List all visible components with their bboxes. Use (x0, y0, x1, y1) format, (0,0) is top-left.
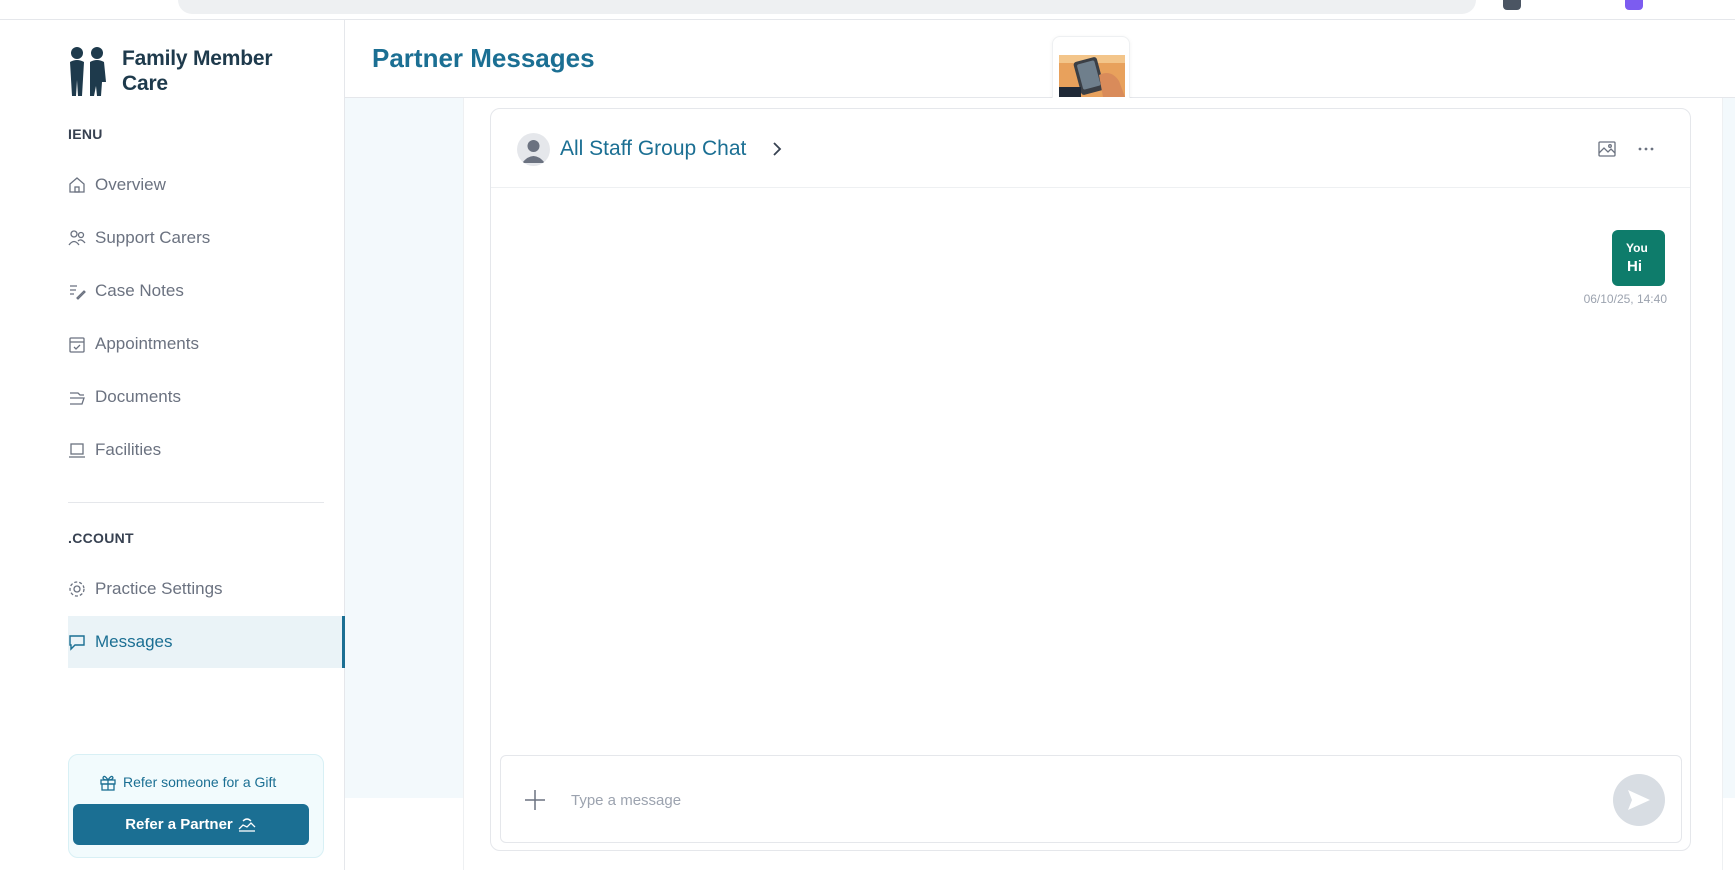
sidebar-divider (68, 502, 324, 503)
sidebar: Family Member Care IENU Overview Support… (68, 20, 345, 870)
sidebar-item-label: Messages (95, 632, 173, 651)
sidebar-item-overview[interactable]: Overview (68, 159, 345, 211)
laptop-icon (68, 441, 86, 459)
refer-text: Refer someone for a Gift (123, 774, 277, 790)
chat-title[interactable]: All Staff Group Chat (560, 137, 746, 161)
avatar[interactable] (517, 133, 550, 166)
image-icon[interactable] (1597, 140, 1617, 158)
account-section-label: .CCOUNT (68, 530, 134, 546)
brand-name-line1: Family Member (122, 47, 273, 70)
folder-icon (68, 388, 86, 406)
message-input[interactable] (571, 786, 1551, 814)
message-text: Hi (1627, 258, 1642, 275)
refer-partner-button[interactable]: Refer a Partner (73, 804, 309, 845)
address-bar[interactable] (178, 0, 1476, 14)
refer-text-row: Refer someone for a Gift (99, 773, 276, 791)
chat-icon (68, 633, 86, 651)
more-options-icon[interactable] (1636, 140, 1656, 158)
menu-section-label: IENU (68, 126, 103, 142)
chevron-right-icon[interactable] (769, 141, 785, 157)
handshake-icon (238, 817, 256, 832)
message-sender: You (1626, 241, 1648, 255)
sidebar-item-label: Facilities (95, 440, 162, 459)
sidebar-item-practice-settings[interactable]: Practice Settings (68, 563, 345, 615)
phone-photo-image (1059, 55, 1125, 97)
sidebar-item-label: Documents (95, 387, 181, 406)
notes-icon (68, 282, 86, 300)
sidebar-item-label: Overview (95, 175, 166, 194)
sidebar-item-case-notes[interactable]: Case Notes (68, 265, 345, 317)
sidebar-item-messages[interactable]: Messages (68, 616, 345, 668)
plus-icon[interactable] (524, 789, 546, 811)
message-bubble: You Hi (1612, 230, 1665, 286)
brand-name-line2: Care (122, 72, 168, 95)
send-button[interactable] (1613, 774, 1665, 826)
home-icon (68, 176, 86, 194)
sidebar-item-label: Case Notes (95, 281, 184, 300)
sidebar-item-label: Appointments (95, 334, 199, 353)
sidebar-item-documents[interactable]: Documents (68, 371, 345, 423)
message-timestamp: 06/10/25, 14:40 (1583, 292, 1667, 306)
user-avatar-icon (522, 140, 545, 163)
sidebar-item-appointments[interactable]: Appointments (68, 318, 345, 370)
chat-header: All Staff Group Chat (491, 109, 1690, 188)
sidebar-item-label: Support Carers (95, 228, 211, 247)
calendar-icon (68, 335, 86, 353)
brand: Family Member Care (68, 46, 272, 98)
users-icon (68, 229, 86, 247)
sidebar-item-label: Practice Settings (95, 579, 223, 598)
page-header: Partner Messages (345, 20, 1735, 114)
sidebar-item-facilities[interactable]: Facilities (68, 424, 345, 476)
gift-icon (100, 775, 116, 791)
extension-icon[interactable] (1625, 0, 1643, 10)
sidebar-item-support-carers[interactable]: Support Carers (68, 212, 345, 264)
page-title: Partner Messages (372, 43, 595, 73)
message-composer (500, 755, 1682, 843)
chat-window: All Staff Group Chat You Hi 06/10/25, 14… (490, 108, 1691, 851)
gear-icon (68, 580, 86, 598)
refer-card: Refer someone for a Gift Refer a Partner (68, 754, 324, 858)
extension-icon[interactable] (1503, 0, 1521, 10)
send-icon (1628, 790, 1650, 810)
browser-toolbar (0, 0, 1735, 20)
refer-button-label: Refer a Partner (125, 816, 233, 833)
family-logo-icon (70, 47, 106, 96)
